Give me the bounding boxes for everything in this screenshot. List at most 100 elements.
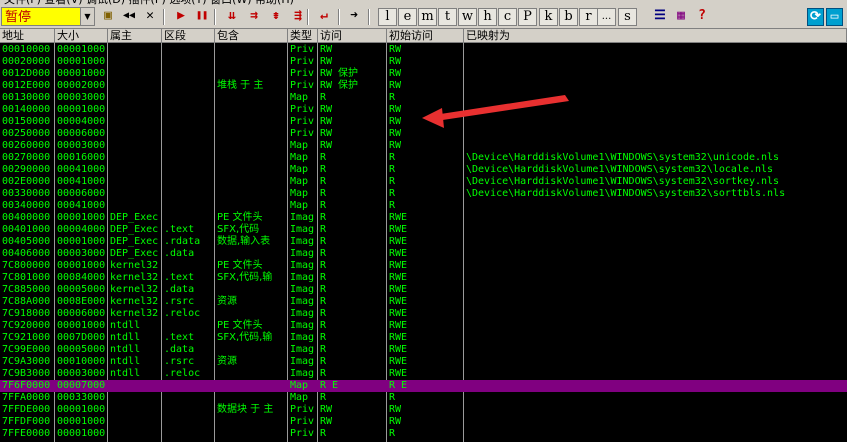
column-header-owner[interactable]: 属主 bbox=[108, 29, 162, 43]
table-row[interactable]: 7C801000 00084000 kernel32 .text SFX,代码,输 Ima… bbox=[0, 272, 847, 284]
table-row-selected[interactable]: 7F6F0000 00007000 Map R E R E bbox=[0, 380, 847, 392]
table-row[interactable]: 7C88A000 0008E000 kernel32 .rsrc 资源 Imag R RWE bbox=[0, 296, 847, 308]
table-row[interactable]: 7C9B3000 00003000 ntdll .reloc Imag R RWE bbox=[0, 368, 847, 380]
table-row[interactable]: 7C800000 00001000 kernel32 PE 文件头 Imag R RWE bbox=[0, 260, 847, 272]
table-row[interactable]: 00010000 00001000 Priv RW RW bbox=[0, 44, 847, 56]
table-row[interactable]: 00140000 00001000 Priv RW RW bbox=[0, 104, 847, 116]
pause-icon[interactable]: ❚❚ bbox=[192, 8, 212, 26]
toolbar-button-s[interactable]: s bbox=[618, 8, 637, 26]
column-header-type[interactable]: 类型 bbox=[288, 29, 318, 43]
cell-type: Priv bbox=[290, 428, 315, 439]
cell-size: 00084000 bbox=[57, 272, 106, 283]
cell-mapped: \Device\HarddiskVolume1\WINDOWS\system32… bbox=[466, 188, 786, 199]
table-row[interactable]: 00340000 00041000 Map R R bbox=[0, 200, 847, 212]
open-icon[interactable]: ▣ bbox=[98, 8, 118, 26]
cell-size: 00006000 bbox=[57, 188, 106, 199]
toolbar-button-b[interactable]: b bbox=[559, 8, 578, 26]
table-row[interactable]: 00270000 00016000 Map R R \Device\HarddiskVol… bbox=[0, 152, 847, 164]
cell-owner: ntdll bbox=[110, 344, 141, 355]
table-row[interactable]: 00401000 00004000 DEP_Exec .text SFX,代码 Imag R… bbox=[0, 224, 847, 236]
cell-mapped: \Device\HarddiskVolume1\WINDOWS\system32… bbox=[466, 176, 780, 187]
cell-contains: PE 文件头 bbox=[217, 212, 263, 223]
step-into-icon[interactable]: ⇊ bbox=[222, 8, 242, 26]
trace-over-icon[interactable]: ⇶ bbox=[288, 8, 308, 26]
cell-owner: kernel32 bbox=[110, 296, 159, 307]
cell-address: 00010000 bbox=[2, 44, 51, 55]
table-row[interactable]: 00405000 00001000 DEP_Exec .rdata 数据,输入表 Imag… bbox=[0, 236, 847, 248]
cell-type: Map bbox=[290, 176, 309, 187]
cell-type: Imag bbox=[290, 356, 315, 367]
maximize-icon[interactable]: ▭ bbox=[826, 8, 843, 26]
table-row[interactable]: 0012E000 00002000 堆栈 于 主 Priv RW 保护 RW bbox=[0, 80, 847, 92]
cell-initial: RW bbox=[389, 116, 402, 127]
toolbar-button-t[interactable]: t bbox=[438, 8, 457, 26]
toolbar-button-e[interactable]: e bbox=[398, 8, 417, 26]
status-dropdown-arrow[interactable]: ▼ bbox=[80, 8, 94, 25]
cell-size: 00041000 bbox=[57, 176, 106, 187]
column-header-initial-access[interactable]: 初始访问 bbox=[387, 29, 464, 43]
table-row[interactable]: 7C921000 0007D000 ntdll .text SFX,代码,输 Imag R R… bbox=[0, 332, 847, 344]
toolbar-button-l[interactable]: l bbox=[378, 8, 397, 26]
options-icon[interactable]: ▦ bbox=[671, 8, 691, 26]
column-header-size[interactable]: 大小 bbox=[55, 29, 108, 43]
list-icon[interactable]: ☰ bbox=[650, 8, 670, 26]
execute-till-return-icon[interactable]: ↵ bbox=[314, 8, 334, 26]
cell-initial: R bbox=[389, 92, 396, 103]
table-row[interactable]: 00260000 00003000 Map RW RW bbox=[0, 140, 847, 152]
cell-size: 00001000 bbox=[57, 44, 106, 55]
rewind-icon[interactable]: ◀◀ bbox=[119, 8, 139, 26]
table-row[interactable]: 00150000 00004000 Priv RW RW bbox=[0, 116, 847, 128]
toolbar-button-c[interactable]: c bbox=[498, 8, 517, 26]
cell-initial: RWE bbox=[389, 296, 408, 307]
table-row[interactable]: 00290000 00041000 Map R R \Device\HarddiskVol… bbox=[0, 164, 847, 176]
cell-type: Map bbox=[290, 392, 309, 403]
cell-section: .rsrc bbox=[164, 356, 195, 367]
table-row[interactable]: 7FFE0000 00001000 Priv R R bbox=[0, 428, 847, 440]
cell-type: Priv bbox=[290, 116, 315, 127]
table-row[interactable]: 00130000 00003000 Map R R bbox=[0, 92, 847, 104]
toolbar-button-k[interactable]: k bbox=[539, 8, 558, 26]
cell-type: Imag bbox=[290, 260, 315, 271]
column-header-section[interactable]: 区段 bbox=[162, 29, 215, 43]
table-row[interactable]: 7C885000 00005000 kernel32 .data Imag R RWE bbox=[0, 284, 847, 296]
cell-access: RW bbox=[320, 128, 333, 139]
toolbar-button-r[interactable]: r bbox=[579, 8, 598, 26]
cell-size: 00003000 bbox=[57, 248, 106, 259]
toolbar-button-m[interactable]: m bbox=[418, 8, 437, 26]
toolbar-button-more[interactable]: ... bbox=[597, 8, 616, 26]
column-header-mapped-as[interactable]: 已映射为 bbox=[464, 29, 847, 43]
table-row[interactable]: 7C99E000 00005000 ntdll .data Imag R RWE bbox=[0, 344, 847, 356]
table-row[interactable]: 00020000 00001000 Priv RW RW bbox=[0, 56, 847, 68]
run-icon[interactable]: ▶ bbox=[171, 8, 191, 26]
table-row[interactable]: 00406000 00003000 DEP_Exec .data Imag R RWE bbox=[0, 248, 847, 260]
cell-mapped: \Device\HarddiskVolume1\WINDOWS\system32… bbox=[466, 164, 774, 175]
cell-section: .text bbox=[164, 332, 195, 343]
table-row[interactable]: 0012D000 00001000 Priv RW 保护 RW bbox=[0, 68, 847, 80]
column-header-access[interactable]: 访问 bbox=[318, 29, 387, 43]
toolbar-button-w[interactable]: w bbox=[458, 8, 477, 26]
cell-initial: RWE bbox=[389, 356, 408, 367]
toolbar-button-h[interactable]: h bbox=[478, 8, 497, 26]
table-row[interactable]: 002E0000 00041000 Map R R \Device\HarddiskVol… bbox=[0, 176, 847, 188]
table-row[interactable]: 7C918000 00006000 kernel32 .reloc Imag R RWE bbox=[0, 308, 847, 320]
cell-address: 00270000 bbox=[2, 152, 51, 163]
column-header-address[interactable]: 地址 bbox=[0, 29, 55, 43]
trace-into-icon[interactable]: ⇟ bbox=[266, 8, 286, 26]
close-icon[interactable]: ✕ bbox=[140, 8, 160, 26]
table-row[interactable]: 00250000 00006000 Priv RW RW bbox=[0, 128, 847, 140]
restore-icon[interactable]: ⟳ bbox=[807, 8, 824, 26]
cell-access: RW bbox=[320, 140, 333, 151]
table-row[interactable]: 7C920000 00001000 ntdll PE 文件头 Imag R RWE bbox=[0, 320, 847, 332]
step-over-icon[interactable]: ⇉ bbox=[244, 8, 264, 26]
toolbar-button-P[interactable]: P bbox=[518, 8, 537, 26]
table-row[interactable]: 7C9A3000 00010000 ntdll .rsrc 资源 Imag R RWE bbox=[0, 356, 847, 368]
cell-address: 00260000 bbox=[2, 140, 51, 151]
table-row[interactable]: 00400000 00001000 DEP_Exec PE 文件头 Imag R RWE bbox=[0, 212, 847, 224]
table-row[interactable]: 00330000 00006000 Map R R \Device\HarddiskVol… bbox=[0, 188, 847, 200]
go-to-icon[interactable]: ➜ bbox=[344, 8, 364, 26]
column-header-contains[interactable]: 包含 bbox=[215, 29, 288, 43]
help-icon[interactable]: ? bbox=[692, 8, 712, 26]
table-row[interactable]: 7FFA0000 00033000 Map R R bbox=[0, 392, 847, 404]
table-row[interactable]: 7FFDF000 00001000 Priv RW RW bbox=[0, 416, 847, 428]
table-row[interactable]: 7FFDE000 00001000 数据块 于 主 Priv RW RW bbox=[0, 404, 847, 416]
